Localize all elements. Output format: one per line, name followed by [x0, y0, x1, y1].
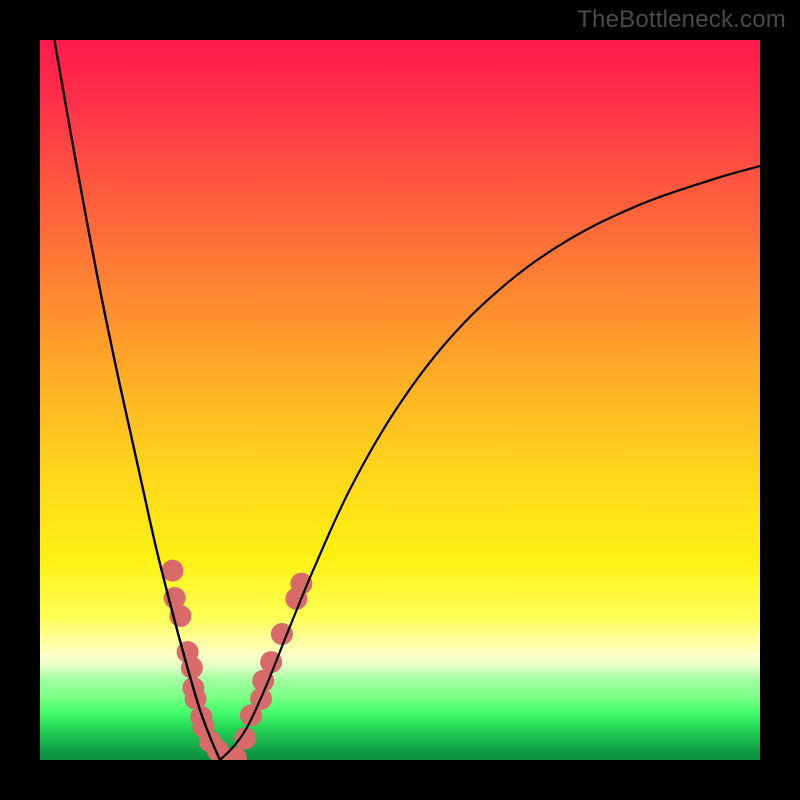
watermark-text: TheBottleneck.com — [577, 6, 786, 34]
chart-marker — [240, 704, 262, 726]
chart-marker — [185, 688, 207, 710]
chart-curve-left — [54, 40, 220, 760]
chart-marker — [285, 588, 307, 610]
chart-marker — [260, 651, 282, 673]
chart-marker — [161, 560, 183, 582]
chart-marker — [169, 605, 191, 627]
chart-curve-right — [220, 166, 760, 760]
chart-frame: TheBottleneck.com — [0, 0, 800, 800]
chart-marker — [250, 688, 272, 710]
chart-plot-area — [40, 40, 760, 760]
chart-marker — [234, 727, 256, 749]
chart-marker — [181, 657, 203, 679]
chart-marker — [252, 670, 274, 692]
chart-marker — [164, 587, 186, 609]
chart-marker — [177, 641, 199, 663]
chart-marker — [271, 623, 293, 645]
chart-markers — [161, 560, 312, 760]
chart-marker — [192, 716, 214, 738]
chart-marker — [182, 677, 204, 699]
chart-marker — [207, 740, 229, 760]
chart-marker — [190, 706, 212, 728]
chart-marker — [290, 573, 312, 595]
chart-marker — [199, 730, 221, 752]
chart-marker — [213, 747, 235, 760]
chart-marker — [225, 747, 247, 760]
chart-svg — [40, 40, 760, 760]
